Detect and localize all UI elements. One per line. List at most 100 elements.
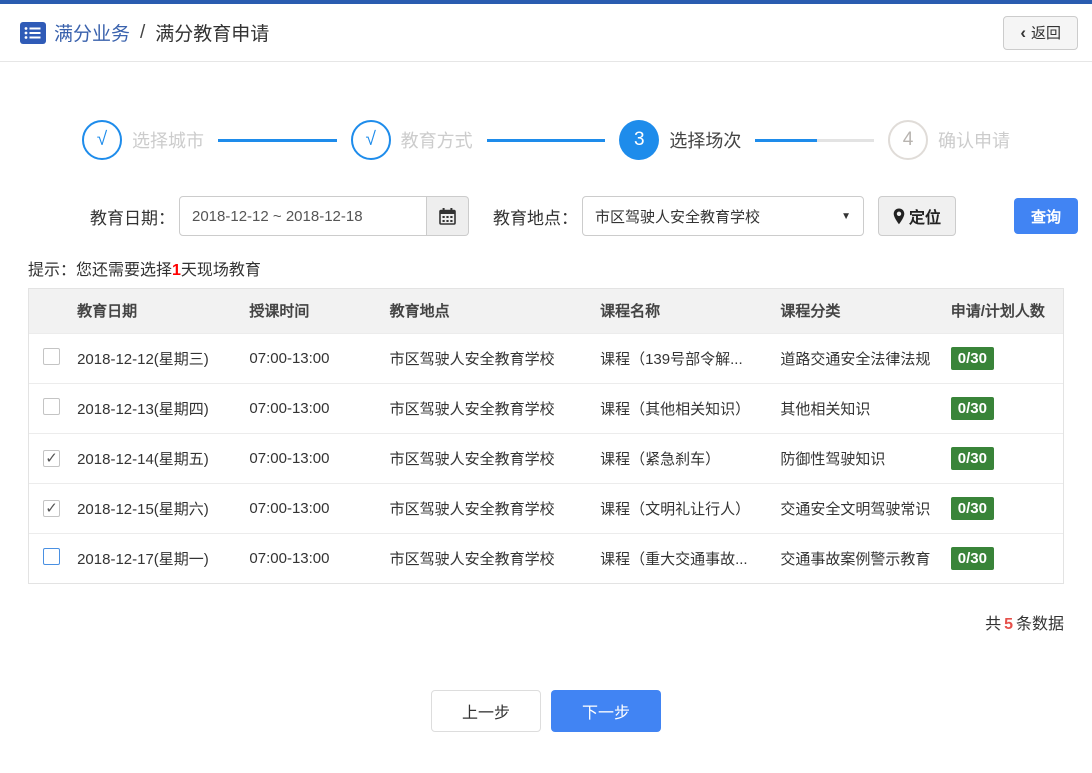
step-4: 4 确认申请: [888, 120, 1010, 160]
cell-date: 2018-12-15(星期六): [71, 482, 244, 533]
cell-date: 2018-12-14(星期五): [71, 432, 244, 483]
locate-button-label: 定位: [909, 210, 942, 227]
header-course: 课程名称: [594, 289, 775, 333]
step-indicator: √ 选择城市 √ 教育方式 3 选择场次 4 确认申请: [82, 120, 1010, 160]
location-select-value: 市区驾驶人安全教育学校: [595, 208, 761, 226]
date-filter-label: 教育日期：: [90, 208, 175, 228]
cell-place: 市区驾驶人安全教育学校: [383, 532, 595, 583]
table-row: 2018-12-13(星期四) 07:00-13:00 市区驾驶人安全教育学校 课程（…: [29, 382, 1063, 433]
table-row: ✓ 2018-12-15(星期六) 07:00-13:00 市区驾驶人安全教育学校 课程…: [29, 482, 1063, 533]
location-select[interactable]: 市区驾驶人安全教育学校 ▼: [582, 196, 864, 236]
date-range-group: [179, 196, 469, 236]
cell-category: 道路交通安全法律法规: [774, 332, 945, 383]
summary-count: 5: [1004, 616, 1013, 633]
summary-suffix: 条数据: [1015, 616, 1064, 633]
header-checkbox-col: [29, 289, 72, 333]
cell-date: 2018-12-17(星期一): [71, 532, 244, 583]
page-title-current: 满分教育申请: [155, 24, 270, 45]
cell-course: 课程（其他相关知识）: [594, 382, 775, 433]
header-date: 教育日期: [71, 289, 244, 333]
table-row: 2018-12-17(星期一) 07:00-13:00 市区驾驶人安全教育学校 课程（…: [29, 532, 1063, 583]
calendar-icon: [439, 207, 456, 225]
step-2-circle: √: [350, 120, 391, 160]
cell-course: 课程（紧急刹车）: [594, 432, 775, 483]
hint-prefix: 提示：您还需要选择: [28, 262, 173, 279]
quota-badge: 0/30: [950, 346, 994, 370]
cell-time: 07:00-13:00: [243, 482, 384, 533]
location-filter-label: 教育地点：: [493, 208, 578, 228]
quota-badge: 0/30: [950, 396, 994, 420]
page-title-module: 满分业务: [54, 24, 131, 45]
previous-step-button[interactable]: 上一步: [431, 690, 541, 732]
cell-place: 市区驾驶人安全教育学校: [383, 382, 595, 433]
session-table: 教育日期 授课时间 教育地点 课程名称 课程分类 申请/计划人数 2018-12…: [29, 289, 1063, 583]
quota-badge: 0/30: [950, 546, 994, 570]
back-chevron-icon: ‹: [1020, 23, 1026, 42]
quota-badge: 0/30: [950, 496, 994, 520]
cell-date: 2018-12-12(星期三): [71, 332, 244, 383]
step-1-label: 选择城市: [132, 131, 204, 151]
cell-time: 07:00-13:00: [243, 432, 384, 483]
step-1-circle: √: [82, 120, 122, 160]
table-header-row: 教育日期 授课时间 教育地点 课程名称 课程分类 申请/计划人数: [29, 289, 1063, 333]
hint-remaining-days: 1: [172, 262, 181, 279]
cell-category: 其他相关知识: [774, 382, 945, 433]
back-button-label: 返回: [1030, 25, 1061, 42]
next-step-button[interactable]: 下一步: [551, 690, 661, 732]
title-separator: /: [140, 21, 146, 43]
cell-place: 市区驾驶人安全教育学校: [383, 482, 595, 533]
cell-place: 市区驾驶人安全教育学校: [383, 432, 595, 483]
step-connector: [755, 138, 875, 142]
cell-course: 课程（文明礼让行人）: [594, 482, 775, 533]
cell-date: 2018-12-13(星期四): [71, 382, 244, 433]
row-checkbox[interactable]: [43, 547, 60, 565]
row-checkbox[interactable]: [43, 347, 60, 365]
wizard-footer: 上一步 下一步: [0, 690, 1092, 732]
hint-text: 提示：您还需要选择1天现场教育: [28, 256, 1092, 280]
header-quota: 申请/计划人数: [944, 289, 1063, 333]
row-checkbox[interactable]: [43, 397, 60, 415]
table-row: ✓ 2018-12-14(星期五) 07:00-13:00 市区驾驶人安全教育学校 课程…: [29, 432, 1063, 483]
session-table-container: 教育日期 授课时间 教育地点 课程名称 课程分类 申请/计划人数 2018-12…: [28, 288, 1064, 584]
menu-list-icon: [20, 21, 46, 44]
cell-time: 07:00-13:00: [243, 382, 384, 433]
step-connector: [486, 138, 606, 142]
cell-category: 交通安全文明驾驶常识: [774, 482, 945, 533]
cell-course: 课程（重大交通事故...: [594, 532, 775, 583]
step-3-circle: 3: [619, 120, 660, 160]
cell-place: 市区驾驶人安全教育学校: [383, 332, 595, 383]
step-connector: [218, 138, 337, 142]
table-row: 2018-12-12(星期三) 07:00-13:00 市区驾驶人安全教育学校 课程（…: [29, 332, 1063, 383]
step-2-label: 教育方式: [400, 131, 473, 151]
back-button[interactable]: ‹ 返回: [1003, 15, 1078, 50]
locate-button[interactable]: 定位: [878, 196, 957, 236]
hint-suffix: 天现场教育: [180, 262, 261, 279]
row-checkbox[interactable]: ✓: [43, 449, 60, 467]
chevron-down-icon: ▼: [841, 210, 851, 222]
step-3-label: 选择场次: [669, 131, 742, 151]
step-4-label: 确认申请: [938, 131, 1011, 151]
search-button[interactable]: 查询: [1014, 198, 1079, 234]
header-place: 教育地点: [383, 289, 595, 333]
step-3: 3 选择场次: [619, 120, 741, 160]
step-1: √ 选择城市: [82, 120, 204, 160]
cell-category: 防御性驾驶知识: [774, 432, 945, 483]
row-checkbox[interactable]: ✓: [43, 499, 60, 517]
map-pin-icon: [893, 208, 905, 224]
schedule-table-body: 2018-12-12(星期三) 07:00-13:00 市区驾驶人安全教育学校 课程（…: [29, 332, 1063, 583]
date-range-input[interactable]: [179, 196, 427, 236]
cell-time: 07:00-13:00: [243, 332, 384, 383]
filter-bar: 教育日期： 教育地点： 市区驾驶人安全教育学校 ▼ 定位 查: [90, 196, 1092, 236]
page-header: 满分业务 / 满分教育申请 ‹ 返回: [0, 4, 1092, 62]
header-time: 授课时间: [243, 289, 384, 333]
summary-prefix: 共: [985, 616, 1002, 633]
cell-course: 课程（139号部令解...: [594, 332, 775, 383]
quota-badge: 0/30: [950, 446, 994, 470]
cell-time: 07:00-13:00: [243, 532, 384, 583]
record-count-summary: 共 5 条数据: [0, 610, 1064, 634]
breadcrumb: 满分业务 / 满分教育申请: [20, 19, 1003, 46]
step-2: √ 教育方式: [350, 120, 473, 160]
cell-category: 交通事故案例警示教育: [774, 532, 945, 583]
step-4-circle: 4: [888, 120, 929, 160]
calendar-icon-button[interactable]: [427, 196, 469, 236]
